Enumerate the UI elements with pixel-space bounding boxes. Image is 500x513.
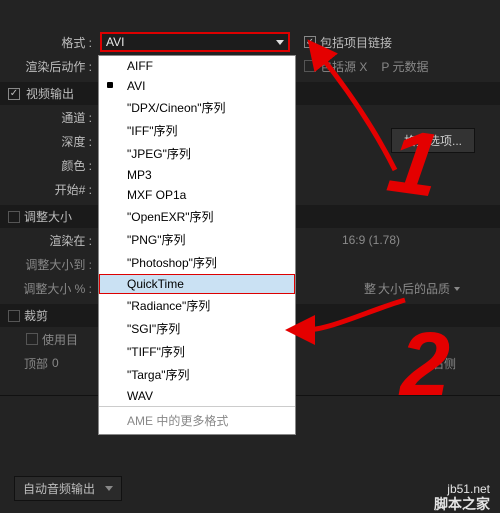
- use-target-checkbox[interactable]: [26, 333, 38, 345]
- format-option[interactable]: AIFF: [99, 56, 295, 76]
- format-option[interactable]: "Targa"序列: [99, 363, 295, 386]
- audio-output-combo[interactable]: 自动音频输出: [14, 476, 122, 501]
- color-label: 颜色 :: [0, 157, 100, 174]
- channel-label: 通道 :: [0, 109, 100, 126]
- format-dropdown[interactable]: AIFFAVI"DPX/Cineon"序列"IFF"序列"JPEG"序列MP3M…: [98, 55, 296, 435]
- include-link-checkbox[interactable]: ✓: [304, 36, 316, 48]
- format-dropdown-footer[interactable]: AME 中的更多格式: [99, 406, 295, 434]
- format-option[interactable]: "IFF"序列: [99, 119, 295, 142]
- format-option[interactable]: "SGI"序列: [99, 317, 295, 340]
- crop-right-label: 右侧: [432, 355, 456, 372]
- include-xmp-suffix: P 元数据: [381, 58, 428, 75]
- format-option[interactable]: MP3: [99, 165, 295, 185]
- format-label: 格式 :: [0, 34, 100, 51]
- postrender-label: 渲染后动作 :: [0, 58, 100, 75]
- resize-to-label: 调整大小到 :: [0, 256, 100, 273]
- format-option[interactable]: QuickTime: [99, 274, 295, 294]
- resize-in-label: 渲染在 :: [0, 232, 100, 249]
- resize-quality[interactable]: 整大小后的品质: [364, 280, 460, 297]
- watermark: jb51.net 脚本之家: [434, 483, 490, 512]
- include-xmp-checkbox[interactable]: [304, 60, 316, 72]
- use-target-label: 使用目: [42, 331, 78, 348]
- format-combo[interactable]: AVI: [100, 32, 290, 52]
- chevron-down-icon: [276, 40, 284, 45]
- chevron-down-icon: [105, 486, 113, 491]
- format-option[interactable]: AVI: [99, 76, 295, 96]
- format-options-button[interactable]: 格式选项...: [391, 128, 475, 153]
- start-label: 开始# :: [0, 181, 100, 198]
- format-option[interactable]: "TIFF"序列: [99, 340, 295, 363]
- aspect-value: 16:9 (1.78): [342, 233, 400, 247]
- format-option[interactable]: "DPX/Cineon"序列: [99, 96, 295, 119]
- format-option[interactable]: "PNG"序列: [99, 228, 295, 251]
- include-xmp-label: 包括源 X: [320, 58, 367, 75]
- format-option[interactable]: "Radiance"序列: [99, 294, 295, 317]
- crop-top-value[interactable]: 0: [52, 356, 59, 370]
- format-option[interactable]: "Photoshop"序列: [99, 251, 295, 274]
- format-option[interactable]: WAV: [99, 386, 295, 406]
- resize-pct-label: 调整大小 % :: [0, 280, 100, 297]
- depth-label: 深度 :: [0, 133, 100, 150]
- include-link-label: 包括项目链接: [320, 34, 392, 51]
- format-option[interactable]: MXF OP1a: [99, 185, 295, 205]
- crop-top-label: 顶部: [24, 355, 48, 372]
- format-option[interactable]: "OpenEXR"序列: [99, 205, 295, 228]
- format-combo-value: AVI: [106, 35, 124, 49]
- format-option[interactable]: "JPEG"序列: [99, 142, 295, 165]
